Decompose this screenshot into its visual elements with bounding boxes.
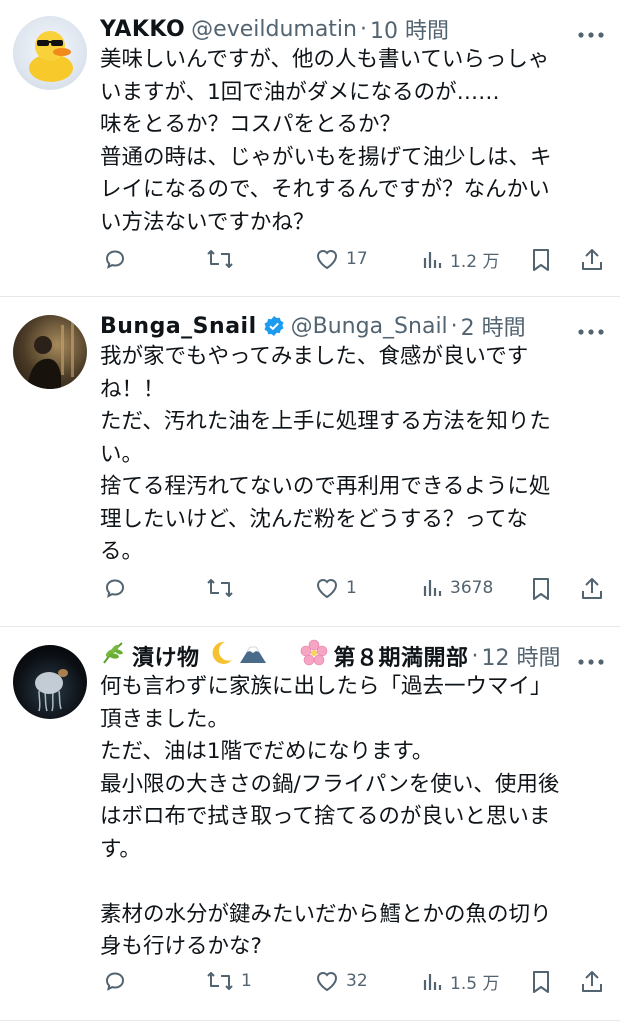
reply-button[interactable] — [103, 247, 133, 271]
display-name[interactable]: YAKKO — [100, 17, 185, 42]
like-count: 17 — [346, 249, 368, 269]
retweet-button[interactable] — [205, 576, 241, 600]
tweet-header: 漬け物 第８期満開部 · 12 時間 — [100, 639, 561, 673]
more-icon[interactable] — [578, 24, 604, 43]
reply-icon — [103, 576, 127, 600]
tweet-actions: 1 3678 — [100, 576, 610, 606]
views-icon — [422, 248, 444, 272]
retweet-icon — [205, 969, 235, 993]
tweet-text: 美味しいんですが、他の人も書いていらっしゃ いますが、1回で油がダメになるのが…… — [100, 47, 552, 235]
timestamp[interactable]: 2 時間 — [461, 310, 526, 342]
tweet[interactable]: 漬け物 第８期満開部 · 12 時間 何も言わずに家族に出したら「過去一ウマイ」… — [0, 627, 620, 1029]
user-handle[interactable]: @Bunga_Snail — [291, 314, 448, 339]
views-icon — [422, 576, 444, 600]
retweet-button[interactable]: 1 — [205, 969, 252, 993]
like-icon — [314, 247, 340, 271]
display-name[interactable]: Bunga_Snail — [100, 314, 257, 339]
tweet-text: 何も言わずに家族に出したら「過去一ウマイ」 頂きました。 ただ、油は1階でだめに… — [100, 674, 560, 959]
views-icon — [422, 970, 444, 994]
bookmark-icon[interactable] — [530, 247, 552, 273]
jellyfish-avatar-image — [35, 669, 68, 712]
retweet-icon — [205, 247, 235, 271]
more-icon[interactable] — [578, 321, 604, 340]
view-count: 3678 — [450, 578, 494, 598]
separator-dot: · — [360, 16, 367, 42]
more-icon[interactable] — [578, 651, 604, 670]
views-button[interactable]: 1.2 万 — [422, 247, 499, 272]
like-button[interactable]: 1 — [314, 576, 357, 600]
crescent-moon-icon — [208, 640, 234, 672]
reply-button[interactable] — [103, 576, 133, 600]
avatar[interactable] — [13, 315, 87, 389]
display-name-suffix[interactable]: 第８期満開部 — [334, 640, 469, 672]
user-handle[interactable]: @eveildumatin — [191, 17, 357, 42]
avatar[interactable] — [13, 645, 87, 719]
divider — [0, 1020, 620, 1021]
share-icon[interactable] — [580, 969, 604, 995]
reply-icon — [103, 247, 127, 271]
retweet-button[interactable] — [205, 247, 241, 271]
cherry-blossom-icon — [300, 639, 328, 673]
retweet-count: 1 — [241, 971, 252, 991]
separator-dot: · — [471, 643, 479, 669]
like-icon — [314, 576, 340, 600]
timestamp[interactable]: 12 時間 — [482, 640, 561, 672]
like-count: 1 — [346, 578, 357, 598]
herb-icon — [100, 640, 126, 672]
tweet[interactable]: YAKKO @eveildumatin · 10 時間 美味しいんですが、他の人… — [0, 0, 620, 296]
bookmark-icon[interactable] — [530, 576, 552, 602]
separator-dot: · — [450, 313, 458, 339]
share-icon[interactable] — [580, 247, 604, 273]
view-count: 1.2 万 — [450, 252, 500, 272]
tweet-header: YAKKO @eveildumatin · 10 時間 — [100, 12, 449, 46]
tweet-header: Bunga_Snail @Bunga_Snail · 2 時間 — [100, 309, 526, 343]
rubber-duck-avatar-image — [29, 31, 73, 82]
display-name[interactable]: 漬け物 — [132, 640, 200, 672]
share-icon[interactable] — [580, 576, 604, 602]
tweet-text: 我が家でもやってみました、食感が良いです ね！！ ただ、汚れた油を上手に処理する… — [100, 344, 551, 564]
like-icon — [314, 969, 340, 993]
tweet-actions: 17 1.2 万 — [100, 247, 610, 277]
verified-badge-icon — [263, 315, 285, 337]
like-button[interactable]: 32 — [314, 969, 368, 993]
like-count: 32 — [346, 971, 368, 991]
view-count: 1.5 万 — [450, 974, 500, 994]
views-button[interactable]: 1.5 万 — [422, 969, 499, 994]
tweet-actions: 1 32 1.5 万 — [100, 969, 610, 999]
reply-button[interactable] — [103, 969, 133, 993]
like-button[interactable]: 17 — [314, 247, 368, 271]
views-button[interactable]: 3678 — [422, 576, 493, 600]
person-avatar-image — [27, 321, 74, 389]
mount-fuji-icon — [238, 641, 268, 671]
avatar[interactable] — [13, 16, 87, 90]
timestamp[interactable]: 10 時間 — [370, 13, 449, 45]
retweet-icon — [205, 576, 235, 600]
tweet[interactable]: Bunga_Snail @Bunga_Snail · 2 時間 我が家でもやって… — [0, 297, 620, 626]
bookmark-icon[interactable] — [530, 969, 552, 995]
reply-icon — [103, 969, 127, 993]
